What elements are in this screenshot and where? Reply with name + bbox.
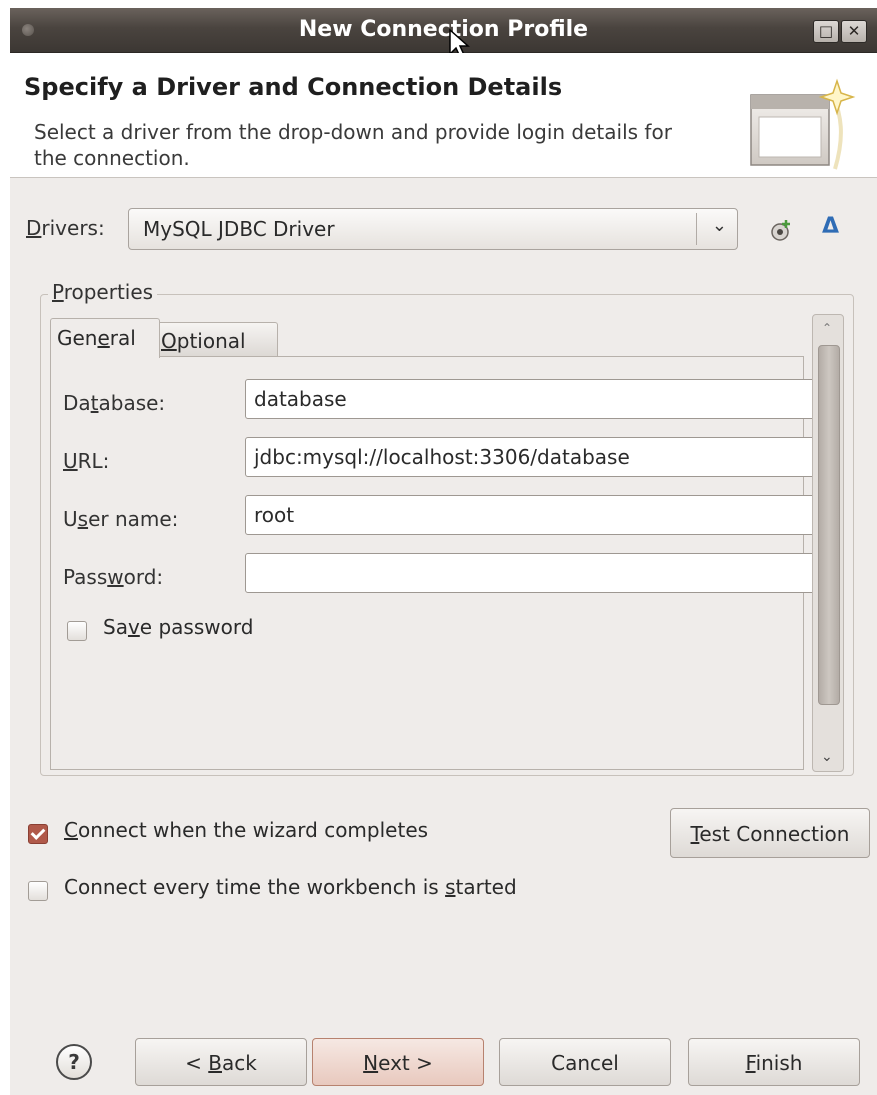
- connect-on-startup-label[interactable]: Connect every time the workbench is star…: [64, 875, 517, 899]
- database-value: database: [254, 387, 347, 411]
- password-field[interactable]: [245, 553, 829, 593]
- connect-when-complete-checkbox[interactable]: [28, 824, 48, 844]
- connect-on-startup-checkbox[interactable]: [28, 881, 48, 901]
- save-password-checkbox[interactable]: [67, 621, 87, 641]
- dropdown-divider: [696, 213, 697, 245]
- dropdown-arrow-icon[interactable]: ⌄: [712, 215, 727, 236]
- maximize-button[interactable]: □: [813, 20, 839, 43]
- title-bar[interactable]: New Connection Profile □ ✕: [10, 8, 877, 61]
- help-icon[interactable]: ?: [56, 1044, 92, 1080]
- scroll-up-icon[interactable]: ⌃: [822, 321, 832, 335]
- drivers-dropdown[interactable]: MySQL JDBC Driver ⌄: [128, 208, 738, 250]
- next-button[interactable]: Next >: [312, 1038, 484, 1086]
- test-connection-button[interactable]: Test Connection: [670, 808, 870, 858]
- finish-button[interactable]: Finish: [688, 1038, 860, 1086]
- username-field[interactable]: root: [245, 495, 829, 535]
- back-button[interactable]: < Back: [135, 1038, 307, 1086]
- properties-scrollbar[interactable]: ⌃ ⌄: [812, 314, 844, 772]
- page-description: Select a driver from the drop-down and p…: [34, 120, 672, 170]
- password-label: Password:: [63, 565, 164, 589]
- database-label: Database:: [63, 391, 166, 415]
- drivers-selected-value: MySQL JDBC Driver: [143, 217, 335, 241]
- save-password-label[interactable]: Save password: [103, 615, 253, 639]
- wizard-banner-icon: [750, 78, 856, 170]
- username-value: root: [254, 503, 295, 527]
- tab-general[interactable]: General: [50, 318, 160, 358]
- cancel-button[interactable]: Cancel: [499, 1038, 671, 1086]
- url-value: jdbc:mysql://localhost:3306/database: [254, 445, 630, 469]
- close-button[interactable]: ✕: [841, 20, 867, 43]
- url-field[interactable]: jdbc:mysql://localhost:3306/database: [245, 437, 829, 477]
- url-label: URL:: [63, 449, 110, 473]
- new-connection-profile-window: New Connection Profile □ ✕ Specify a Dri…: [10, 8, 877, 1095]
- new-driver-icon[interactable]: [768, 218, 794, 244]
- scroll-down-icon[interactable]: ⌄: [821, 749, 833, 765]
- drivers-label: Drivers:: [26, 216, 105, 240]
- page-title: Specify a Driver and Connection Details: [24, 73, 563, 101]
- properties-group-label: Properties: [48, 280, 158, 304]
- general-tab-panel: Database: database URL: jdbc:mysql://loc…: [50, 356, 829, 770]
- username-label: User name:: [63, 507, 179, 531]
- edit-driver-icon[interactable]: Δ: [822, 214, 839, 239]
- database-field[interactable]: database: [245, 379, 829, 419]
- tab-optional[interactable]: Optional: [154, 322, 278, 357]
- connect-when-complete-label[interactable]: Connect when the wizard completes: [64, 818, 428, 842]
- window-title: New Connection Profile: [298, 17, 589, 42]
- wizard-header: Specify a Driver and Connection Details …: [10, 53, 877, 178]
- scrollbar-thumb[interactable]: [818, 345, 840, 705]
